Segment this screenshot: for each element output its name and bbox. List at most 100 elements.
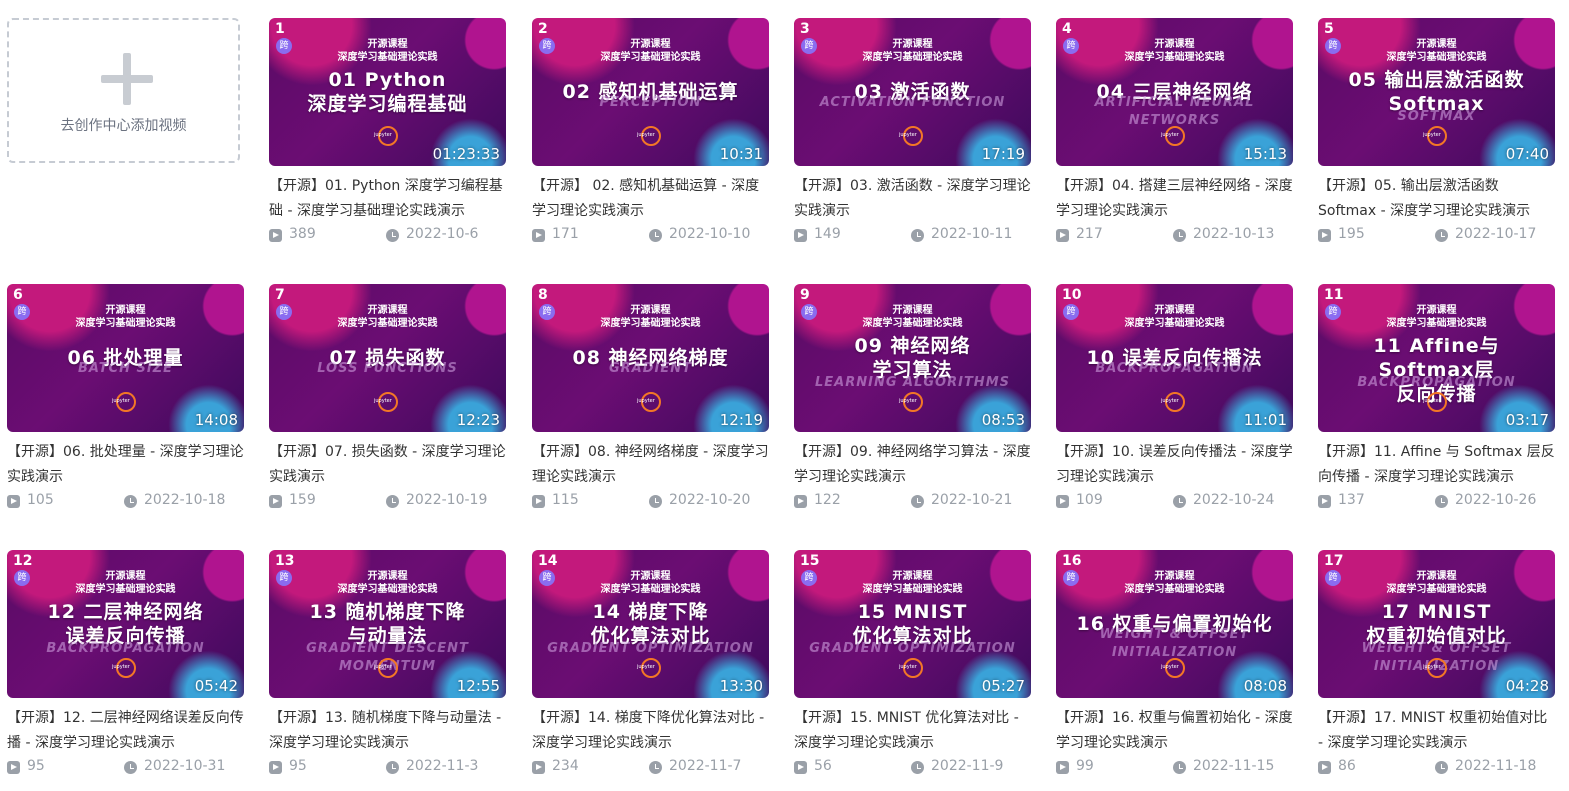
thumbnail-subtitle: GRADIENT OPTIMIZATION (547, 641, 754, 656)
clock-icon (386, 229, 399, 242)
video-thumbnail[interactable]: 9 跨开源课程 深度学习基础理论实践 09 神经网络 学习算法 LEARNING ALG… (794, 284, 1031, 432)
episode-number: 13 (275, 553, 295, 569)
video-title-link[interactable]: 【开源】14. 梯度下降优化算法对比 - 深度学习理论实践演示 (532, 706, 769, 756)
video-title-link[interactable]: 【开源】15. MNIST 优化算法对比 - 深度学习理论实践演示 (794, 706, 1031, 756)
course-label-line1: 开源课程 (367, 571, 408, 582)
video-thumbnail[interactable]: 5 跨开源课程 深度学习基础理论实践 05 输出层激活函数 Softmax SOFTMA… (1318, 18, 1555, 166)
view-count: 159 (289, 492, 316, 508)
video-card: 14 跨开源课程 深度学习基础理论实践 14 梯度下降 优化算法对比 GRADIENT … (532, 550, 769, 779)
video-title-link[interactable]: 【开源】09. 神经网络学习算法 - 深度学习理论实践演示 (794, 440, 1031, 490)
thumbnail-subtitle: ARTIFICIAL NEURAL NETWORKS (1094, 95, 1255, 128)
video-thumbnail[interactable]: 11 跨开源课程 深度学习基础理论实践 11 Affine与Softmax层 反向传播… (1318, 284, 1555, 432)
video-card: 6跨开源课程深度学习基础理论实践06 批处理量BATCH SIZE14:08 【开… (7, 284, 244, 513)
video-thumbnail[interactable]: 2跨开源课程深度学习基础理论实践02 感知机基础运算PERCEPTION10:3… (532, 18, 769, 166)
view-count: 171 (552, 226, 579, 242)
video-card: 12 跨开源课程 深度学习基础理论实践 12 二层神经网络 误差反向传播 BACKPRO… (7, 550, 244, 779)
video-meta: 95 2022-10-31 (7, 757, 244, 779)
video-meta: 105 2022-10-18 (7, 491, 244, 513)
jupyter-logo-icon (112, 392, 136, 412)
clock-icon (911, 229, 924, 242)
course-label-line2: 深度学习基础理论实践 (1386, 318, 1487, 329)
thumbnail-subtitle: GRADIENT (609, 361, 692, 376)
episode-number: 16 (1062, 553, 1082, 569)
video-duration: 15:13 (1243, 145, 1287, 163)
clock-icon (911, 495, 924, 508)
view-count: 56 (814, 758, 832, 774)
video-thumbnail[interactable]: 13 跨开源课程 深度学习基础理论实践 13 随机梯度下降 与动量法 GRADIENT … (269, 550, 506, 698)
jupyter-logo-icon (374, 126, 398, 146)
course-label-line2: 深度学习基础理论实践 (1124, 318, 1225, 329)
video-title-link[interactable]: 【开源】04. 搭建三层神经网络 - 深度学习理论实践演示 (1056, 174, 1293, 224)
jupyter-logo-icon (1423, 126, 1447, 146)
video-card: 3 跨开源课程 深度学习基础理论实践 03 激活函数 ACTIVATION FUNCTI… (794, 18, 1031, 247)
video-title-link[interactable]: 【开源】01. Python 深度学习编程基础 - 深度学习基础理论实践演示 (269, 174, 506, 224)
course-label: 开源课程 深度学习基础理论实践 (1056, 304, 1293, 330)
jupyter-logo-icon (637, 658, 661, 678)
video-thumbnail[interactable]: 16 跨开源课程 深度学习基础理论实践 16 权重与偏置初始化 WEIGHT & OFF… (1056, 550, 1293, 698)
video-thumbnail[interactable]: 7跨开源课程深度学习基础理论实践07 损失函数LOSS FUNCTIONS12:… (269, 284, 506, 432)
video-title-link[interactable]: 【开源】07. 损失函数 - 深度学习理论实践演示 (269, 440, 506, 490)
video-meta: 56 2022-11-9 (794, 757, 1031, 779)
video-thumbnail[interactable]: 6跨开源课程深度学习基础理论实践06 批处理量BATCH SIZE14:08 (7, 284, 244, 432)
clock-icon (1173, 495, 1186, 508)
course-label: 开源课程 深度学习基础理论实践 (269, 304, 506, 330)
play-count-icon (794, 229, 807, 242)
video-title-link[interactable]: 【开源】06. 批处理量 - 深度学习理论实践演示 (7, 440, 244, 490)
view-count: 195 (1338, 226, 1365, 242)
video-meta: 234 2022-11-7 (532, 757, 769, 779)
video-title-link[interactable]: 【开源】13. 随机梯度下降与动量法 - 深度学习理论实践演示 (269, 706, 506, 756)
add-video-card[interactable]: 去创作中心添加视频 (7, 18, 240, 163)
video-thumbnail[interactable]: 17 跨开源课程 深度学习基础理论实践 17 MNIST 权重初始值对比 WEIGHT … (1318, 550, 1555, 698)
course-label-line1: 开源课程 (1416, 571, 1457, 582)
episode-number: 3 (800, 21, 810, 37)
video-meta: 389 2022-10-6 (269, 225, 506, 247)
jupyter-logo-icon (899, 658, 923, 678)
video-card: 4 跨开源课程 深度学习基础理论实践 04 三层神经网络 ARTIFICIAL NEUR… (1056, 18, 1293, 247)
clock-icon (1173, 761, 1186, 774)
view-count: 234 (552, 758, 579, 774)
jupyter-logo-icon (899, 126, 923, 146)
course-label-line2: 深度学习基础理论实践 (600, 52, 701, 63)
video-thumbnail[interactable]: 3 跨开源课程 深度学习基础理论实践 03 激活函数 ACTIVATION FUNCTI… (794, 18, 1031, 166)
upload-date: 2022-11-3 (406, 758, 479, 774)
course-label-line2: 深度学习基础理论实践 (600, 318, 701, 329)
video-title-link[interactable]: 【开源】10. 误差反向传播法 - 深度学习理论实践演示 (1056, 440, 1293, 490)
play-count-icon (269, 229, 282, 242)
episode-number: 15 (800, 553, 820, 569)
video-title-link[interactable]: 【开源】17. MNIST 权重初始值对比 - 深度学习理论实践演示 (1318, 706, 1555, 756)
video-title-link[interactable]: 【开源】03. 激活函数 - 深度学习理论实践演示 (794, 174, 1031, 224)
video-title-link[interactable]: 【开源】 02. 感知机基础运算 - 深度学习理论实践演示 (532, 174, 769, 224)
clock-icon (124, 761, 137, 774)
video-thumbnail[interactable]: 14 跨开源课程 深度学习基础理论实践 14 梯度下降 优化算法对比 GRADIENT … (532, 550, 769, 698)
thumbnail-subtitle: WEIGHT & OFFSET INITIALIZATION (1099, 627, 1250, 660)
course-label-line2: 深度学习基础理论实践 (600, 584, 701, 595)
jupyter-logo-icon (899, 392, 923, 412)
video-duration: 04:28 (1505, 677, 1549, 695)
video-title-link[interactable]: 【开源】05. 输出层激活函数 Softmax - 深度学习理论实践演示 (1318, 174, 1555, 224)
episode-number: 9 (800, 287, 810, 303)
course-label-line2: 深度学习基础理论实践 (1124, 52, 1225, 63)
video-thumbnail[interactable]: 1跨开源课程深度学习基础理论实践01 Python 深度学习编程基础01:23:… (269, 18, 506, 166)
course-label: 开源课程 深度学习基础理论实践 (532, 570, 769, 596)
course-label-line2: 深度学习基础理论实践 (75, 584, 176, 595)
video-title-link[interactable]: 【开源】08. 神经网络梯度 - 深度学习理论实践演示 (532, 440, 769, 490)
video-title-link[interactable]: 【开源】11. Affine 与 Softmax 层反向传播 - 深度学习理论实… (1318, 440, 1555, 490)
video-thumbnail[interactable]: 8跨开源课程深度学习基础理论实践08 神经网络梯度GRADIENT12:19 (532, 284, 769, 432)
plus-icon (101, 53, 153, 105)
video-thumbnail[interactable]: 12 跨开源课程 深度学习基础理论实践 12 二层神经网络 误差反向传播 BACKPRO… (7, 550, 244, 698)
video-thumbnail[interactable]: 10 跨开源课程 深度学习基础理论实践 10 误差反向传播法 BACKPROPAGATI… (1056, 284, 1293, 432)
video-thumbnail[interactable]: 4 跨开源课程 深度学习基础理论实践 04 三层神经网络 ARTIFICIAL NEUR… (1056, 18, 1293, 166)
video-title-link[interactable]: 【开源】12. 二层神经网络误差反向传播 - 深度学习理论实践演示 (7, 706, 244, 756)
thumbnail-subtitle: PERCEPTION (599, 95, 702, 110)
video-card: 11 跨开源课程 深度学习基础理论实践 11 Affine与Softmax层 反向传播… (1318, 284, 1555, 513)
video-duration: 01:23:33 (432, 145, 500, 163)
thumbnail-subtitle: BATCH SIZE (77, 361, 174, 376)
video-meta: 99 2022-11-15 (1056, 757, 1293, 779)
upload-date: 2022-10-10 (669, 226, 751, 242)
course-label-line1: 开源课程 (892, 305, 933, 316)
clock-icon (386, 495, 399, 508)
video-title-link[interactable]: 【开源】16. 权重与偏置初始化 - 深度学习理论实践演示 (1056, 706, 1293, 756)
course-label-line2: 深度学习基础理论实践 (337, 584, 438, 595)
video-thumbnail[interactable]: 15 跨开源课程 深度学习基础理论实践 15 MNIST 优化算法对比 GRADIENT… (794, 550, 1031, 698)
view-count: 217 (1076, 226, 1103, 242)
